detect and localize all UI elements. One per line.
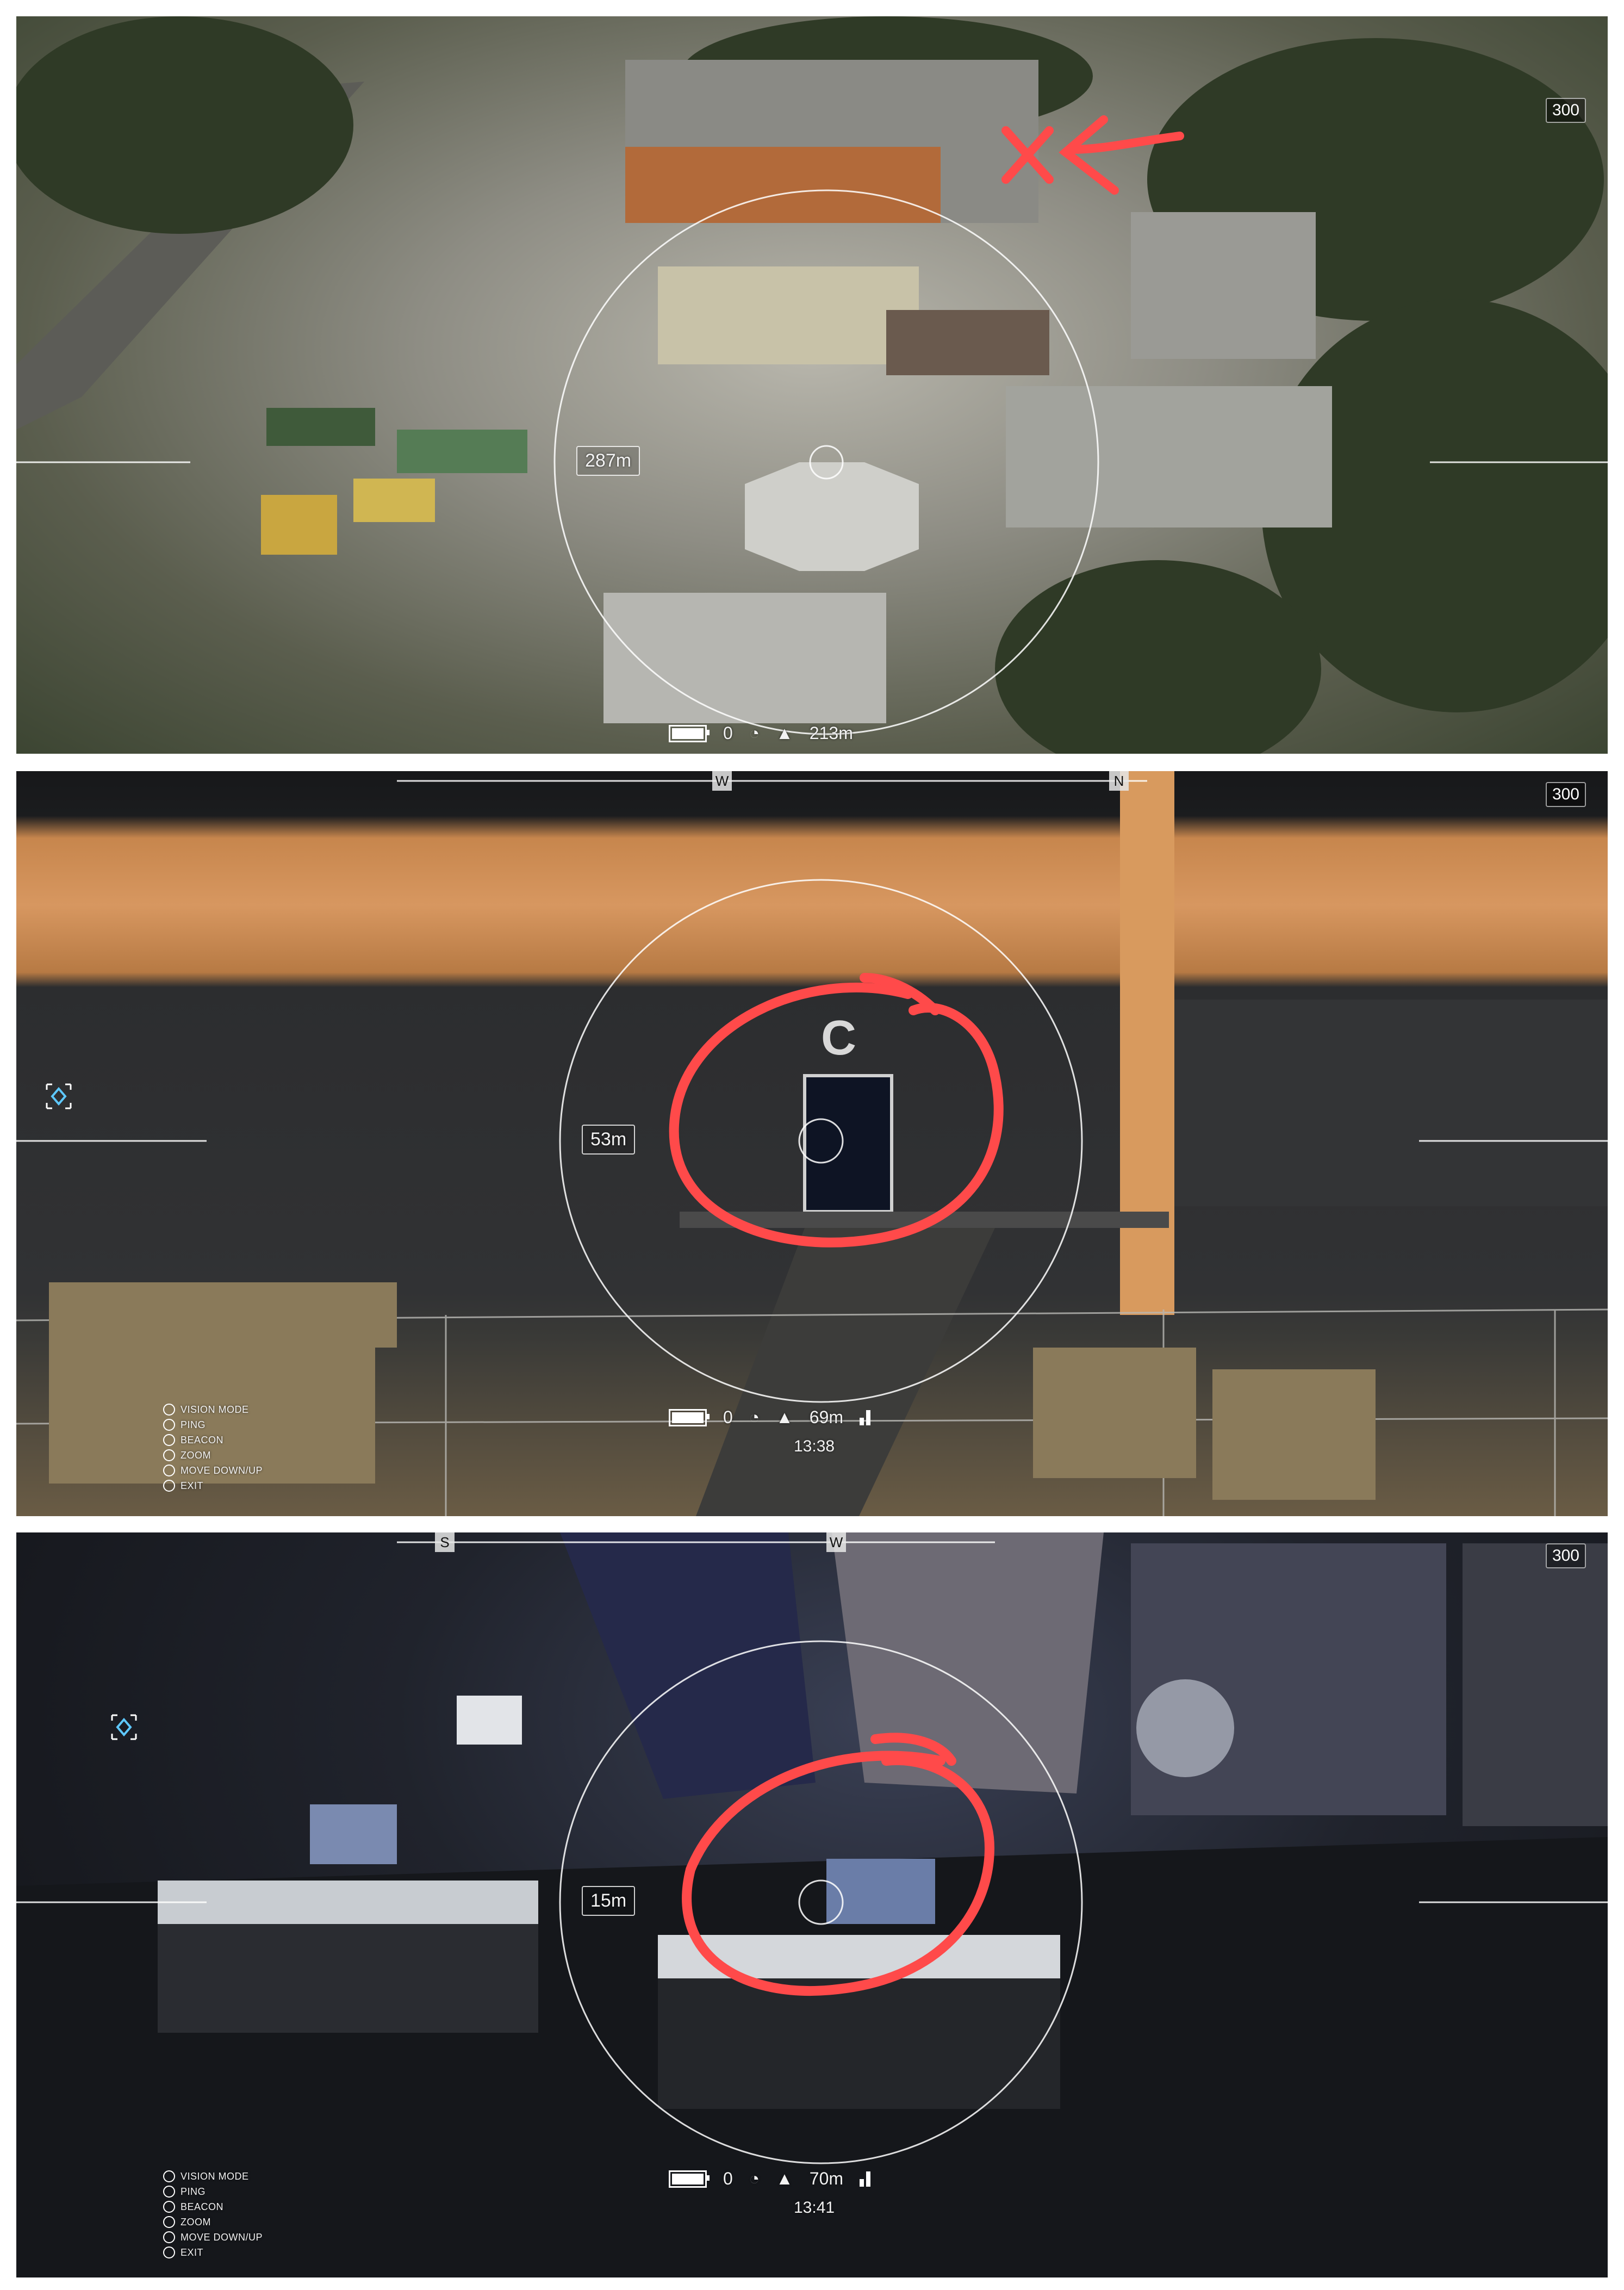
speed-value: 0 bbox=[723, 1407, 733, 1427]
status-bar: 0 ◔ ▲ 69m bbox=[669, 1407, 873, 1428]
control-vision-mode[interactable]: VISION MODE bbox=[163, 2169, 263, 2184]
control-vision-mode[interactable]: VISION MODE bbox=[163, 1402, 263, 1417]
control-zoom[interactable]: ZOOM bbox=[163, 1448, 263, 1463]
speedometer-icon: ◔ bbox=[749, 723, 760, 743]
compass-west: W bbox=[826, 1532, 846, 1552]
dark-wall-right bbox=[1174, 1000, 1608, 1206]
dpad-icon bbox=[163, 1449, 175, 1461]
control-ping[interactable]: PING bbox=[163, 2184, 263, 2199]
speed-value: 0 bbox=[723, 2169, 733, 2188]
compass-west: W bbox=[712, 771, 732, 791]
controls-legend: VISION MODE PING BEACON ZOOM MOVE DOWN/U… bbox=[163, 1402, 263, 1493]
mountain-icon: ▲ bbox=[776, 723, 793, 743]
window-far-right bbox=[1463, 1543, 1608, 1826]
cross-button-icon bbox=[163, 2186, 175, 2198]
cross-button-icon bbox=[163, 1419, 175, 1431]
mountain-icon: ▲ bbox=[776, 2169, 793, 2188]
objective-letter: C bbox=[821, 1011, 856, 1065]
diamond-marker-icon[interactable] bbox=[43, 1081, 74, 1112]
distance-readout: 287m bbox=[576, 446, 640, 476]
aerial-scene bbox=[16, 16, 1608, 754]
window-left bbox=[560, 1532, 816, 1799]
drone-view-door: W N 300 C 53m 0 ◔ ▲ 69m 13:38 VISION MOD… bbox=[16, 771, 1608, 1516]
helipad bbox=[745, 462, 919, 571]
drone-view-office: S W 300 15m 0 ◔ ▲ 70m 13:41 VISION MODE … bbox=[16, 1532, 1608, 2277]
compass-south: S bbox=[435, 1532, 455, 1552]
lower-building bbox=[603, 593, 886, 723]
light-glare bbox=[1136, 1679, 1234, 1777]
control-exit[interactable]: EXIT bbox=[163, 2245, 263, 2260]
battery-icon bbox=[669, 724, 710, 742]
altitude-value: 69m bbox=[809, 1407, 844, 1427]
drone-view-aerial: 300 287m 0 ◔ ▲ 213m bbox=[16, 16, 1608, 754]
ammo-counter: 300 bbox=[1545, 1543, 1586, 1568]
mission-timer: 13:38 bbox=[794, 1437, 835, 1455]
control-beacon[interactable]: BEACON bbox=[163, 1432, 263, 1448]
speed-value: 0 bbox=[723, 723, 733, 743]
ammo-counter: 300 bbox=[1545, 98, 1586, 123]
dpad-icon bbox=[163, 1404, 175, 1416]
office-scene bbox=[16, 1532, 1608, 2277]
speedometer-icon: ◔ bbox=[749, 2169, 760, 2188]
mountain-icon: ▲ bbox=[776, 1407, 793, 1427]
orange-pillar bbox=[1120, 771, 1174, 1315]
stairs bbox=[696, 1228, 995, 1516]
signal-icon bbox=[860, 1410, 873, 1425]
dpad-icon bbox=[163, 1480, 175, 1492]
control-beacon[interactable]: BEACON bbox=[163, 2199, 263, 2214]
control-move[interactable]: MOVE DOWN/UP bbox=[163, 2230, 263, 2245]
control-exit[interactable]: EXIT bbox=[163, 1478, 263, 1493]
dpad-icon bbox=[163, 2170, 175, 2182]
altitude-value: 213m bbox=[809, 723, 853, 743]
circle-button-icon bbox=[163, 2201, 175, 2213]
compass-north: N bbox=[1109, 771, 1129, 791]
door bbox=[803, 1074, 893, 1213]
circle-button-icon bbox=[163, 1434, 175, 1446]
control-ping[interactable]: PING bbox=[163, 1417, 263, 1432]
signal-icon bbox=[860, 2171, 873, 2187]
mission-timer: 13:41 bbox=[794, 2199, 835, 2217]
dpad-icon bbox=[163, 2246, 175, 2258]
ammo-counter: 300 bbox=[1545, 782, 1586, 807]
altitude-value: 70m bbox=[809, 2169, 844, 2188]
controls-legend: VISION MODE PING BEACON ZOOM MOVE DOWN/U… bbox=[163, 2169, 263, 2260]
distance-readout: 15m bbox=[582, 1886, 636, 1916]
control-zoom[interactable]: ZOOM bbox=[163, 2214, 263, 2230]
containers bbox=[261, 266, 1049, 555]
battery-icon bbox=[669, 1408, 710, 1426]
status-bar: 0 ◔ ▲ 70m bbox=[669, 2169, 873, 2189]
roof-building bbox=[1006, 386, 1332, 527]
building-facade bbox=[625, 147, 941, 223]
battery-icon bbox=[669, 2170, 710, 2188]
dpad-icon bbox=[163, 2216, 175, 2228]
side-building bbox=[1131, 212, 1316, 359]
control-move[interactable]: MOVE DOWN/UP bbox=[163, 1463, 263, 1478]
trigger-icon bbox=[163, 1464, 175, 1476]
trigger-icon bbox=[163, 2231, 175, 2243]
distance-readout: 53m bbox=[582, 1125, 636, 1155]
diamond-marker-icon[interactable] bbox=[109, 1712, 139, 1742]
speedometer-icon: ◔ bbox=[749, 1407, 760, 1427]
status-bar: 0 ◔ ▲ 213m bbox=[669, 723, 853, 743]
